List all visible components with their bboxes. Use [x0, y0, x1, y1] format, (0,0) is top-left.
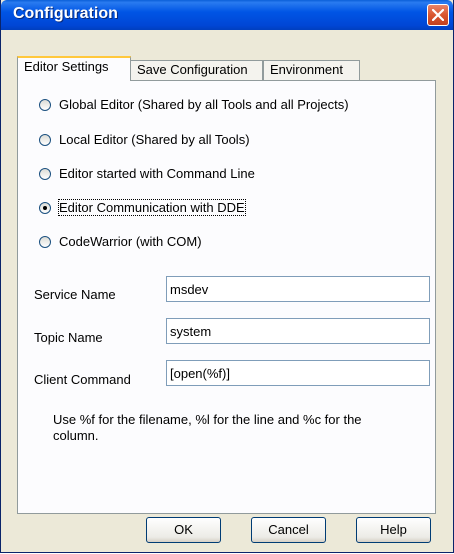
tab-environment[interactable]: Environment: [263, 60, 360, 80]
tab-label: Environment: [270, 62, 343, 77]
tab-save-configuration[interactable]: Save Configuration: [130, 60, 263, 80]
radio-button[interactable]: [39, 168, 51, 180]
radio-label[interactable]: Global Editor (Shared by all Tools and a…: [59, 97, 349, 112]
radio-button[interactable]: [39, 202, 51, 214]
close-icon: [432, 9, 444, 21]
client-command-input[interactable]: [166, 360, 430, 386]
radio-label[interactable]: CodeWarrior (with COM): [59, 234, 202, 249]
help-button[interactable]: Help: [356, 517, 431, 543]
cancel-button[interactable]: Cancel: [251, 517, 326, 543]
tab-label: Editor Settings: [24, 59, 109, 74]
topic-name-label: Topic Name: [34, 330, 103, 345]
title-bar[interactable]: Configuration: [1, 0, 453, 30]
radio-label[interactable]: Local Editor (Shared by all Tools): [59, 132, 250, 147]
radio-label[interactable]: Editor started with Command Line: [59, 166, 255, 181]
ok-button[interactable]: OK: [146, 517, 221, 543]
service-name-label: Service Name: [34, 287, 116, 302]
placeholder-hint: Use %f for the filename, %l for the line…: [53, 412, 362, 443]
radio-button[interactable]: [39, 134, 51, 146]
close-button[interactable]: [427, 4, 449, 26]
configuration-dialog: Configuration Editor Settings Save Confi…: [0, 0, 454, 553]
tab-editor-settings[interactable]: Editor Settings: [17, 56, 131, 81]
radio-button[interactable]: [39, 236, 51, 248]
client-command-label: Client Command: [34, 372, 131, 387]
topic-name-input[interactable]: [166, 318, 430, 344]
service-name-input[interactable]: [166, 276, 430, 302]
window-title: Configuration: [13, 5, 118, 22]
tab-label: Save Configuration: [137, 62, 248, 77]
radio-selected-dot: [43, 206, 47, 210]
radio-label[interactable]: Editor Communication with DDE: [58, 199, 246, 216]
radio-button[interactable]: [39, 99, 51, 111]
